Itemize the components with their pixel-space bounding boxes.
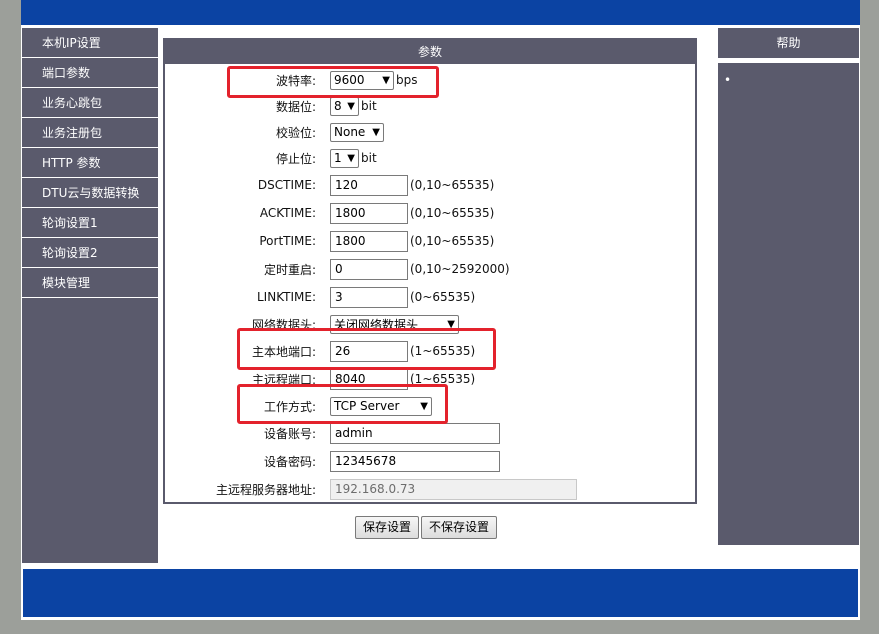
linktime-input[interactable]: 3 — [330, 286, 408, 308]
parity-label: 校验位: — [275, 125, 316, 140]
acktime-row: ACKTIME: 1800 (0,10~65535) — [165, 201, 695, 225]
parity-select[interactable]: None ▼ — [330, 122, 384, 142]
account-input[interactable]: admin — [330, 422, 500, 444]
account-label: 设备账号: — [263, 426, 316, 441]
databits-select[interactable]: 8 ▼ — [330, 96, 359, 116]
password-input[interactable]: 12345678 — [330, 450, 500, 472]
porttime-row: PortTIME: 1800 (0,10~65535) — [165, 229, 695, 253]
serveraddr-label: 主远程服务器地址: — [215, 482, 316, 497]
acktime-label: ACKTIME: — [259, 206, 316, 220]
porttime-label: PortTIME: — [259, 234, 316, 248]
stopbits-label: 停止位: — [275, 151, 316, 166]
sidebar-item-poll-2[interactable]: 轮询设置2 — [22, 238, 158, 268]
linktime-label: LINKTIME: — [257, 290, 316, 304]
sidebar-item-http[interactable]: HTTP 参数 — [22, 148, 158, 178]
stopbits-unit: bit — [361, 151, 377, 165]
linktime-row: LINKTIME: 3 (0~65535) — [165, 285, 695, 309]
help-title: 帮助 — [718, 28, 859, 59]
highlight-box-localport — [237, 328, 496, 370]
chevron-down-icon: ▼ — [347, 100, 355, 112]
highlight-box-workmode — [237, 384, 448, 424]
sidebar-item-port-params[interactable]: 端口参数 — [22, 58, 158, 88]
sidebar-item-dtu-cloud[interactable]: DTU云与数据转换 — [22, 178, 158, 208]
params-panel: 参数 波特率: 9600 ▼ bps 数据位: 8 ▼ bit 校验位: None ▼… — [163, 38, 697, 504]
chevron-down-icon: ▼ — [372, 126, 380, 138]
nosave-button[interactable]: 不保存设置 — [421, 516, 498, 539]
sidebar-item-module[interactable]: 模块管理 — [22, 268, 158, 298]
parity-row: 校验位: None ▼ — [165, 120, 695, 144]
sidebar-item-heartbeat[interactable]: 业务心跳包 — [22, 88, 158, 118]
porttime-range: (0,10~65535) — [410, 234, 495, 248]
footer — [21, 566, 860, 620]
linktime-range: (0~65535) — [410, 290, 476, 304]
panel-title: 参数 — [165, 40, 695, 64]
serveraddr-input[interactable]: 192.168.0.73 — [330, 478, 577, 500]
footer-bar — [23, 569, 858, 617]
porttime-input[interactable]: 1800 — [330, 230, 408, 252]
help-bullet: • — [724, 73, 732, 87]
dsctime-label: DSCTIME: — [257, 178, 316, 192]
restart-range: (0,10~2592000) — [410, 262, 510, 276]
top-banner — [21, 0, 860, 25]
action-buttons: 保存设置 不保存设置 — [355, 516, 498, 539]
restart-row: 定时重启: 0 (0,10~2592000) — [165, 257, 695, 281]
restart-label: 定时重启: — [263, 262, 316, 277]
serveraddr-row: 主远程服务器地址: 192.168.0.73 — [165, 477, 695, 501]
password-row: 设备密码: 12345678 — [165, 449, 695, 473]
password-label: 设备密码: — [263, 454, 316, 469]
account-row: 设备账号: admin — [165, 421, 695, 445]
databits-label: 数据位: — [275, 99, 316, 114]
help-body: • — [718, 63, 859, 545]
sidebar-item-local-ip[interactable]: 本机IP设置 — [22, 28, 158, 58]
databits-unit: bit — [361, 99, 377, 113]
highlight-box-baud — [227, 66, 439, 98]
dsctime-input[interactable]: 120 — [330, 174, 408, 196]
stopbits-select[interactable]: 1 ▼ — [330, 148, 359, 168]
acktime-range: (0,10~65535) — [410, 206, 495, 220]
stopbits-row: 停止位: 1 ▼ bit — [165, 146, 695, 170]
acktime-input[interactable]: 1800 — [330, 202, 408, 224]
dsctime-range: (0,10~65535) — [410, 178, 495, 192]
restart-input[interactable]: 0 — [330, 258, 408, 280]
chevron-down-icon: ▼ — [347, 152, 355, 164]
dsctime-row: DSCTIME: 120 (0,10~65535) — [165, 173, 695, 197]
sidebar-item-poll-1[interactable]: 轮询设置1 — [22, 208, 158, 238]
save-button[interactable]: 保存设置 — [355, 516, 420, 539]
sidebar-item-register[interactable]: 业务注册包 — [22, 118, 158, 148]
sidebar: 本机IP设置 端口参数 业务心跳包 业务注册包 HTTP 参数 DTU云与数据转… — [22, 28, 158, 563]
